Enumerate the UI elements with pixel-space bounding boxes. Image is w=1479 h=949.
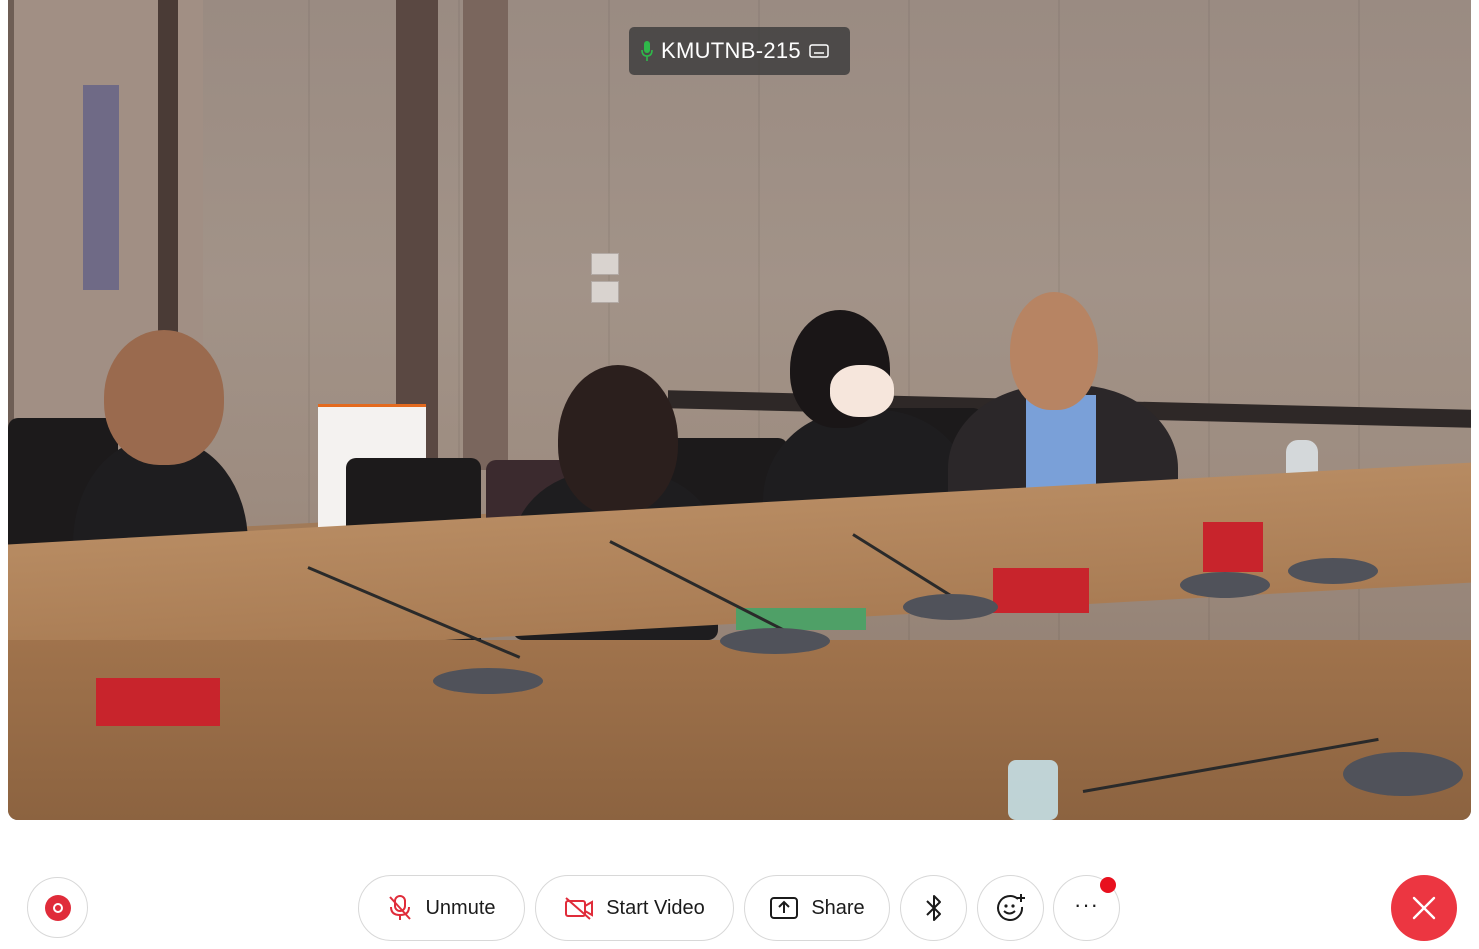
light-switch [591,253,619,275]
share-label: Share [811,896,865,919]
conference-mic [903,594,998,620]
video-off-icon [565,897,594,920]
table-front-panel [8,640,1471,820]
record-icon [44,894,71,921]
start-video-label: Start Video [606,896,705,919]
participant-name: KMUTNB-215 [661,38,801,63]
bluetooth-button[interactable] [900,875,967,941]
notification-dot [1100,877,1116,893]
record-button[interactable] [27,877,88,938]
emoji-add-icon [996,894,1025,921]
conference-mic [1343,752,1463,796]
sanitizer-bottle [1008,760,1058,820]
participant-name-label: KMUTNB-215 [629,27,850,75]
mic-active-icon [641,41,653,61]
share-button[interactable]: Share [744,875,890,941]
conference-mic [720,628,830,654]
close-icon [1412,896,1436,920]
closed-caption-icon[interactable] [809,44,829,58]
more-icon: ··· [1074,892,1099,917]
bluetooth-icon [925,895,941,921]
person-head [104,330,224,465]
end-call-button[interactable] [1391,875,1457,941]
person-head [1010,292,1098,410]
gift-box [96,678,220,726]
person-head [558,365,678,515]
conference-mic [1180,572,1270,598]
unmute-button[interactable]: Unmute [358,875,525,941]
mic-muted-icon [389,895,412,920]
conference-mic [433,668,543,694]
gift-box [1203,522,1263,572]
light-switch [591,281,619,303]
gift-box [993,568,1089,613]
conference-mic [1288,558,1378,584]
door-panel [83,85,119,290]
wall-pillar [396,0,438,470]
video-feed [8,0,1471,820]
notebook [736,608,866,630]
wall-pillar [463,0,508,470]
reactions-button[interactable] [977,875,1044,941]
share-screen-icon [770,897,799,919]
start-video-button[interactable]: Start Video [535,875,734,941]
face-mask [830,365,894,417]
unmute-label: Unmute [425,896,496,919]
